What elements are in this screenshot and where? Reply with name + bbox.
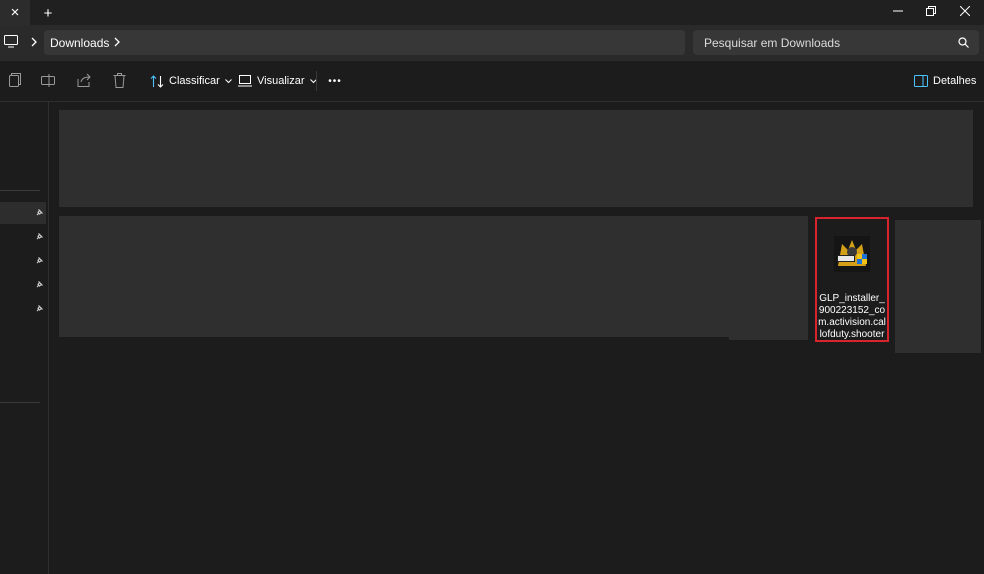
minimize-button[interactable]: [881, 0, 915, 22]
file-item[interactable]: GLP_installer_900223152_com.activision.c…: [815, 217, 889, 342]
view-button[interactable]: Visualizar: [234, 69, 321, 93]
address-bar: Downloads Pesquisar em Downloads: [0, 25, 984, 61]
sort-label: Classificar: [169, 75, 220, 87]
close-icon: [960, 6, 970, 16]
redacted-region: [729, 216, 808, 340]
search-placeholder: Pesquisar em Downloads: [704, 36, 841, 50]
view-icon: [238, 75, 252, 87]
view-label: Visualizar: [257, 75, 305, 87]
pin-icon[interactable]: [35, 280, 44, 289]
more-icon: •••: [328, 75, 342, 87]
plus-icon: +: [43, 4, 53, 22]
tab-close-button[interactable]: ×: [0, 0, 30, 25]
sort-button[interactable]: Classificar: [146, 69, 236, 93]
chevron-right-icon[interactable]: [30, 37, 38, 47]
rename-icon[interactable]: [41, 73, 57, 88]
search-icon[interactable]: [958, 37, 969, 48]
nav-divider: [0, 402, 40, 403]
chevron-right-icon[interactable]: [113, 37, 121, 47]
redacted-region: [895, 220, 981, 353]
close-icon: ×: [10, 4, 20, 21]
redacted-region: [59, 110, 973, 207]
this-pc-icon[interactable]: [4, 35, 18, 48]
restore-icon: [926, 6, 936, 16]
share-icon[interactable]: [77, 73, 92, 88]
command-divider: [316, 71, 317, 91]
file-name: GLP_installer_900223152_com.activision.c…: [818, 293, 886, 340]
restore-button[interactable]: [914, 0, 948, 22]
pin-icon[interactable]: [35, 256, 44, 265]
sort-icon: [150, 74, 164, 88]
redacted-region: [59, 216, 729, 337]
breadcrumb-downloads[interactable]: Downloads: [50, 36, 109, 50]
close-window-button[interactable]: [948, 0, 982, 22]
details-pane-icon: [914, 75, 928, 87]
more-options-button[interactable]: •••: [324, 73, 346, 89]
title-bar: × +: [0, 0, 984, 25]
trash-icon[interactable]: [113, 73, 126, 88]
chevron-down-icon: [224, 78, 232, 83]
search-input[interactable]: Pesquisar em Downloads: [693, 30, 979, 55]
pin-icon[interactable]: [35, 208, 44, 217]
details-label: Detalhes: [933, 75, 977, 87]
nav-divider: [0, 190, 40, 191]
navigation-pane: [0, 102, 49, 574]
call-of-duty-app-icon: [834, 236, 870, 272]
pin-icon[interactable]: [35, 232, 44, 241]
command-bar: Classificar Visualizar ••• Detalhes: [0, 61, 984, 102]
new-tab-button[interactable]: +: [38, 3, 58, 23]
copy-icon[interactable]: [7, 73, 21, 88]
minimize-icon: [893, 10, 903, 12]
details-button[interactable]: Detalhes: [910, 69, 980, 93]
address-field[interactable]: Downloads: [44, 30, 685, 55]
pin-icon[interactable]: [35, 304, 44, 313]
